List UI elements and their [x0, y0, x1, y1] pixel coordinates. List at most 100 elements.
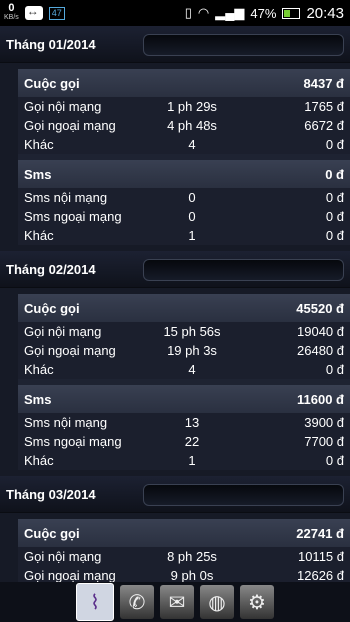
usage-row: Gọi ngoại mạng 9 ph 0s 12626 đ	[18, 566, 350, 582]
bottom-tab-bar: ⌇ ✆ ✉ ◍ ⚙	[0, 582, 350, 622]
sms-section-header: Sms 0 đ	[18, 160, 350, 188]
section-label: Sms	[24, 391, 52, 407]
usage-cost: 10115 đ	[297, 549, 344, 564]
month-usage-card: Cuộc gọi 22741 đ Gọi nội mạng 8 ph 25s 10115…	[18, 519, 350, 582]
usage-cost: 12626 đ	[297, 568, 344, 582]
section-total: 45520 đ	[296, 300, 344, 316]
activity-chart-icon: ⌇	[90, 591, 100, 614]
usage-cost: 6672 đ	[304, 118, 344, 133]
usage-row: Gọi nội mạng 15 ph 56s 19040 đ	[18, 322, 350, 341]
month-header[interactable]: Tháng 01/2014	[0, 26, 350, 63]
section-label: Cuộc gọi	[24, 300, 80, 316]
section-total: 22741 đ	[296, 525, 344, 541]
usage-label: Gọi nội mạng	[24, 324, 102, 339]
sms-section-header: Sms 11600 đ	[18, 385, 350, 413]
usage-label: Sms nội mạng	[24, 415, 108, 430]
month-summary-bar	[143, 484, 344, 506]
month-summary-bar	[143, 34, 344, 56]
tab-globe[interactable]: ◍	[200, 585, 234, 619]
usage-amount: 4	[188, 137, 196, 152]
usage-label: Sms ngoại mạng	[24, 209, 122, 224]
month-header[interactable]: Tháng 03/2014	[0, 476, 350, 513]
usage-row: Khác 1 0 đ	[18, 226, 350, 245]
section-total: 0 đ	[325, 166, 344, 182]
month-section: Tháng 03/2014 Cuộc gọi 22741 đ Gọi nội mạng…	[0, 476, 350, 582]
usage-amount: 1	[188, 453, 196, 468]
usage-row: Sms nội mạng 0 0 đ	[18, 188, 350, 207]
usage-cost: 0 đ	[325, 453, 344, 468]
usage-amount: 22	[184, 434, 200, 449]
gear-icon: ⚙	[248, 591, 266, 614]
section-total: 8437 đ	[303, 75, 344, 91]
usage-row: Gọi nội mạng 1 ph 29s 1765 đ	[18, 97, 350, 116]
section-label: Cuộc gọi	[24, 75, 80, 91]
usage-label: Khác	[24, 137, 54, 152]
usage-row: Sms ngoại mạng 0 0 đ	[18, 207, 350, 226]
signal-icon: ▂▄▆	[215, 5, 245, 20]
usage-amount: 4 ph 48s	[167, 118, 217, 133]
usage-cost: 7700 đ	[304, 434, 344, 449]
usage-label: Gọi ngoại mạng	[24, 568, 116, 582]
month-title: Tháng 03/2014	[6, 486, 96, 502]
network-speed-value: 0	[8, 2, 15, 14]
network-speed-unit: KB/s	[4, 14, 19, 21]
usage-cost: 26480 đ	[297, 343, 344, 358]
status-left: 0 KB/s 47	[4, 2, 65, 22]
usage-row: Gọi nội mạng 8 ph 25s 10115 đ	[18, 547, 350, 566]
usage-list[interactable]: Tháng 01/2014 Cuộc gọi 8437 đ Gọi nội mạng 1…	[0, 26, 350, 582]
usage-amount: 1	[188, 228, 196, 243]
usage-cost: 0 đ	[325, 137, 344, 152]
battery-percent: 47%	[250, 5, 277, 21]
usage-row: Khác 4 0 đ	[18, 135, 350, 154]
tab-gear[interactable]: ⚙	[240, 585, 274, 619]
clock: 20:43	[306, 4, 344, 22]
month-summary-bar	[143, 259, 344, 281]
globe-icon: ◍	[208, 591, 226, 614]
month-usage-card: Cuộc gọi 45520 đ Gọi nội mạng 15 ph 56s 1904…	[18, 294, 350, 470]
section-label: Sms	[24, 166, 52, 182]
section-label: Cuộc gọi	[24, 525, 80, 541]
message-count-badge: 47	[48, 6, 65, 20]
usage-row: Khác 4 0 đ	[18, 360, 350, 379]
calls-section-header: Cuộc gọi 45520 đ	[18, 294, 350, 322]
usage-amount: 0	[188, 209, 196, 224]
calls-section-header: Cuộc gọi 22741 đ	[18, 519, 350, 547]
usage-cost: 0 đ	[325, 362, 344, 377]
month-title: Tháng 02/2014	[6, 261, 96, 277]
usage-cost: 3900 đ	[304, 415, 344, 430]
usage-amount: 13	[184, 415, 200, 430]
tab-phone[interactable]: ✆	[120, 585, 154, 619]
usage-cost: 19040 đ	[297, 324, 344, 339]
teamviewer-icon	[24, 4, 43, 20]
calls-section-header: Cuộc gọi 8437 đ	[18, 69, 350, 97]
wifi-icon: ◠	[197, 5, 210, 20]
usage-label: Gọi ngoại mạng	[24, 343, 116, 358]
usage-label: Khác	[24, 453, 54, 468]
usage-cost: 0 đ	[325, 209, 344, 224]
usage-amount: 4	[188, 362, 196, 377]
usage-amount: 1 ph 29s	[167, 99, 217, 114]
tab-activity-chart[interactable]: ⌇	[76, 583, 114, 621]
usage-row: Gọi ngoại mạng 4 ph 48s 6672 đ	[18, 116, 350, 135]
month-section: Tháng 02/2014 Cuộc gọi 45520 đ Gọi nội mạng…	[0, 251, 350, 470]
usage-label: Khác	[24, 228, 54, 243]
usage-label: Sms ngoại mạng	[24, 434, 122, 449]
usage-label: Gọi nội mạng	[24, 99, 102, 114]
usage-amount: 8 ph 25s	[167, 549, 217, 564]
usage-row: Sms ngoại mạng 22 7700 đ	[18, 432, 350, 451]
usage-label: Khác	[24, 362, 54, 377]
month-section: Tháng 01/2014 Cuộc gọi 8437 đ Gọi nội mạng 1…	[0, 26, 350, 245]
month-header[interactable]: Tháng 02/2014	[0, 251, 350, 288]
envelope-icon: ✉	[168, 591, 186, 614]
usage-amount: 15 ph 56s	[163, 324, 221, 339]
usage-label: Gọi nội mạng	[24, 549, 102, 564]
usage-amount: 19 ph 3s	[167, 343, 217, 358]
section-total: 11600 đ	[297, 391, 344, 407]
battery-icon	[282, 7, 301, 19]
month-usage-card: Cuộc gọi 8437 đ Gọi nội mạng 1 ph 29s 1765 đ…	[18, 69, 350, 245]
tab-envelope[interactable]: ✉	[160, 585, 194, 619]
phone-icon: ✆	[128, 591, 146, 614]
usage-cost: 1765 đ	[304, 99, 344, 114]
month-title: Tháng 01/2014	[6, 36, 96, 52]
usage-amount: 0	[188, 190, 196, 205]
